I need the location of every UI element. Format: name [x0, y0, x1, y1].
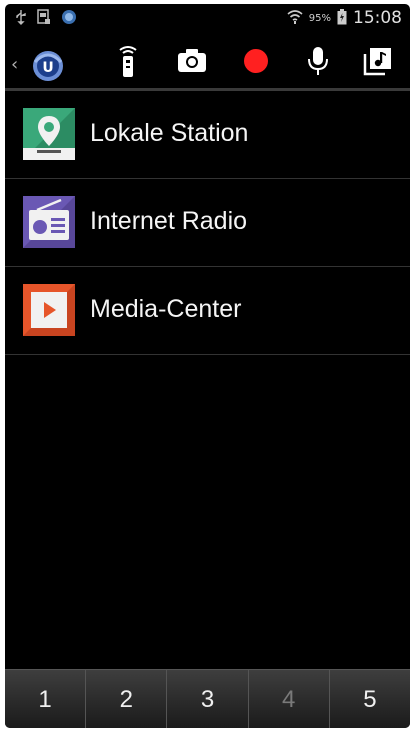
microphone-icon [307, 46, 329, 80]
remote-icon [116, 44, 140, 82]
page-button-2[interactable]: 2 [86, 670, 168, 728]
list-item-media-center[interactable]: Media-Center [5, 267, 410, 355]
list-item-label: Media-Center [90, 295, 242, 323]
battery-percent: 95% [308, 12, 331, 24]
sim-icon [37, 9, 51, 28]
app-notification-icon [61, 9, 77, 28]
logo-letter: U [42, 60, 53, 76]
record-button[interactable] [239, 46, 273, 80]
camera-icon [177, 48, 207, 78]
source-list: Lokale Station Internet Radio Media-Cent… [5, 91, 410, 355]
list-item-internet-radio[interactable]: Internet Radio [5, 179, 410, 267]
app-logo[interactable]: U [29, 46, 67, 84]
list-item-label: Internet Radio [90, 207, 248, 235]
remote-button[interactable] [111, 46, 145, 80]
wifi-icon [287, 9, 303, 28]
microphone-button[interactable] [301, 46, 335, 80]
camera-button[interactable] [175, 46, 209, 80]
battery-icon [337, 8, 347, 28]
play-icon [23, 284, 75, 336]
status-bar: 95% 15:08 [5, 4, 410, 34]
phone-screen: 95% 15:08 ‹ U Lokale Station Internet Ra… [5, 4, 410, 728]
status-right: 95% 15:08 [287, 8, 402, 28]
page-selector-bar: 1 2 3 4 5 [5, 669, 410, 728]
action-bar: ‹ U [5, 34, 410, 92]
record-icon [242, 47, 270, 79]
usb-icon [15, 9, 27, 28]
music-library-button[interactable] [361, 46, 395, 80]
clock: 15:08 [353, 8, 402, 28]
back-chevron-icon[interactable]: ‹ [11, 54, 18, 75]
map-pin-icon [23, 108, 75, 160]
list-item-lokale-station[interactable]: Lokale Station [5, 91, 410, 179]
list-item-label: Lokale Station [90, 119, 249, 147]
music-library-icon [363, 46, 393, 80]
status-left [15, 9, 77, 28]
page-button-4[interactable]: 4 [249, 670, 330, 728]
page-button-3[interactable]: 3 [167, 670, 249, 728]
page-button-5[interactable]: 5 [330, 670, 410, 728]
page-button-1[interactable]: 1 [5, 670, 87, 728]
radio-icon [23, 196, 75, 248]
